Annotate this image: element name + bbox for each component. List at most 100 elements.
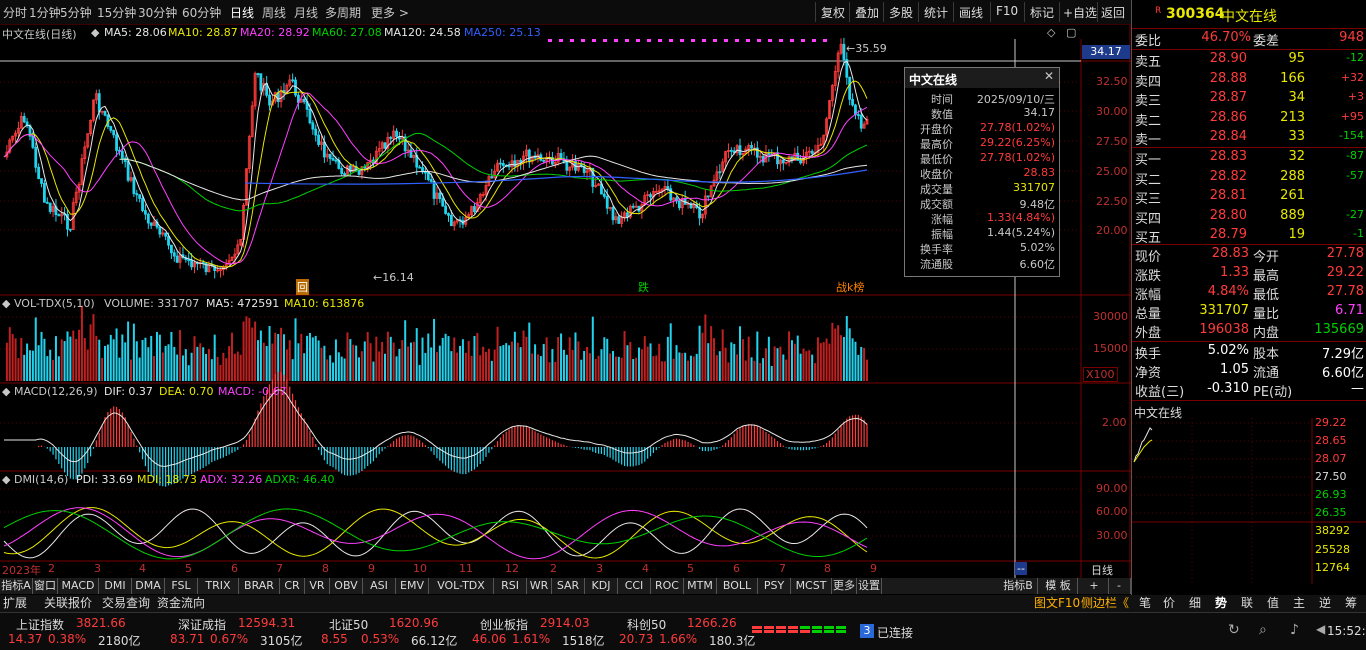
- connection-count[interactable]: 3: [860, 624, 874, 638]
- period-tab-daily[interactable]: 日线: [230, 4, 254, 21]
- add-favorite-button[interactable]: +自选: [1063, 4, 1097, 21]
- event-marker[interactable]: 跌: [638, 279, 649, 295]
- side-tab[interactable]: 笔: [1139, 595, 1151, 612]
- signal-dot: [669, 39, 673, 42]
- close-icon[interactable]: ✕: [1044, 69, 1054, 83]
- side-tab[interactable]: 价: [1163, 595, 1175, 612]
- statistics-button[interactable]: 统计: [924, 4, 948, 21]
- sell-level[interactable]: 卖四 28.88 166 +32: [1132, 71, 1366, 90]
- bell-icon[interactable]: ♪: [1290, 622, 1299, 638]
- side-tab[interactable]: 侧边栏《: [1081, 595, 1129, 612]
- ext-tab[interactable]: 交易查询: [102, 595, 150, 612]
- indicator-tab-kdj[interactable]: KDJ: [585, 578, 618, 594]
- sell-level[interactable]: 卖二 28.86 213 +95: [1132, 110, 1366, 129]
- side-tab[interactable]: 细: [1189, 595, 1201, 612]
- indicator-right-tab[interactable]: -: [1108, 578, 1131, 594]
- buy-level[interactable]: 买二 28.82 288 -57: [1132, 169, 1366, 188]
- indicator-tab-emv[interactable]: EMV: [396, 578, 429, 594]
- indicator-tab-dmi[interactable]: DMI: [99, 578, 132, 594]
- diamond-icon[interactable]: ◇: [1047, 26, 1055, 39]
- sell-level[interactable]: 卖五 28.90 95 -12: [1132, 51, 1366, 70]
- side-tab[interactable]: 势: [1215, 595, 1227, 612]
- indicator-tab-trix[interactable]: TRIX: [198, 578, 239, 594]
- indicator-tab-更多[interactable]: 更多: [832, 578, 857, 594]
- period-tab-fenshi[interactable]: 分时: [3, 4, 27, 21]
- event-marker[interactable]: 回: [296, 279, 309, 295]
- indicator-right-tab[interactable]: 指标B: [999, 578, 1038, 594]
- index-name[interactable]: 北证50: [329, 616, 368, 633]
- period-tab-more[interactable]: 更多 >: [371, 4, 409, 21]
- period-tab-5min[interactable]: 5分钟: [60, 4, 92, 21]
- side-tab[interactable]: 联: [1241, 595, 1253, 612]
- indicator-tab-fsl[interactable]: FSL: [165, 578, 198, 594]
- indicator-tab-dma[interactable]: DMA: [132, 578, 165, 594]
- window-toggle-icon[interactable]: ▢: [1066, 26, 1076, 39]
- period-tab-multi[interactable]: 多周期: [325, 4, 361, 21]
- ext-tab[interactable]: 关联报价: [44, 595, 92, 612]
- refresh-icon[interactable]: ↻: [1228, 622, 1240, 638]
- stat-label: 最高: [1253, 269, 1280, 284]
- indicator-tab-asi[interactable]: ASI: [363, 578, 396, 594]
- side-tab[interactable]: 图文F10: [1034, 595, 1080, 612]
- period-tab-1min[interactable]: 1分钟: [29, 4, 61, 21]
- ext-tab[interactable]: 资金流向: [157, 595, 205, 612]
- indicator-tab-vol-tdx[interactable]: VOL-TDX: [429, 578, 494, 594]
- indicator-tab-vr[interactable]: VR: [305, 578, 330, 594]
- stat-value: 27.78: [1326, 246, 1364, 261]
- search-icon[interactable]: ⌕: [1259, 622, 1267, 638]
- side-tab[interactable]: 筹: [1345, 595, 1357, 612]
- index-name[interactable]: 科创50: [627, 616, 666, 633]
- indicator-right-tab[interactable]: +: [1080, 578, 1109, 594]
- period-tab-15min[interactable]: 15分钟: [97, 4, 136, 21]
- volume-bar: [687, 360, 690, 381]
- indicator-tab-roc[interactable]: ROC: [651, 578, 684, 594]
- indicator-tab-窗口[interactable]: 窗口: [33, 578, 58, 594]
- f10-button[interactable]: F10: [996, 4, 1018, 18]
- ext-tab[interactable]: 扩展: [3, 595, 27, 612]
- indicator-tab-mtm[interactable]: MTM: [684, 578, 717, 594]
- side-tab[interactable]: 逆: [1319, 595, 1331, 612]
- period-tab-60min[interactable]: 60分钟: [182, 4, 221, 21]
- draw-line-button[interactable]: 画线: [959, 4, 983, 21]
- overlay-button[interactable]: 叠加: [855, 4, 879, 21]
- period-tab-monthly[interactable]: 月线: [294, 4, 318, 21]
- indicator-tab-psy[interactable]: PSY: [758, 578, 791, 594]
- multi-stock-button[interactable]: 多股: [889, 4, 913, 21]
- indicator-tab-rsi[interactable]: RSI: [494, 578, 527, 594]
- indicator-tab-指标a[interactable]: 指标A: [0, 578, 33, 594]
- indicator-tab-obv[interactable]: OBV: [330, 578, 363, 594]
- mark-button[interactable]: 标记: [1030, 4, 1054, 21]
- chevron-down-icon[interactable]: ◆: [91, 26, 99, 39]
- back-button[interactable]: 返回: [1101, 4, 1125, 21]
- side-tab[interactable]: 值: [1267, 595, 1279, 612]
- fuquan-button[interactable]: 复权: [821, 4, 845, 21]
- volume-bar: [447, 336, 450, 381]
- period-tab-30min[interactable]: 30分钟: [138, 4, 177, 21]
- index-name[interactable]: 上证指数: [16, 616, 64, 633]
- side-tab[interactable]: 主: [1293, 595, 1305, 612]
- buy-level[interactable]: 买一 28.83 32 -87: [1132, 149, 1366, 168]
- indicator-tab-brar[interactable]: BRAR: [239, 578, 280, 594]
- indicator-tab-boll[interactable]: BOLL: [717, 578, 758, 594]
- volume-bar: [632, 359, 635, 381]
- event-marker[interactable]: 战k榜: [836, 279, 864, 295]
- index-name[interactable]: 深证成指: [178, 616, 226, 633]
- candle-body: [343, 173, 346, 176]
- indicator-tab-wr[interactable]: WR: [527, 578, 552, 594]
- indicator-tab-macd[interactable]: MACD: [58, 578, 99, 594]
- indicator-tab-cr[interactable]: CR: [280, 578, 305, 594]
- indicator-tab-sar[interactable]: SAR: [552, 578, 585, 594]
- volume-bar: [834, 328, 837, 381]
- sell-level[interactable]: 卖三 28.87 34 +3: [1132, 90, 1366, 109]
- indicator-tab-cci[interactable]: CCI: [618, 578, 651, 594]
- ma5-line: [3, 60, 868, 270]
- index-name[interactable]: 创业板指: [480, 616, 528, 633]
- sell-level[interactable]: 卖一 28.84 33 -154: [1132, 129, 1366, 148]
- buy-level[interactable]: 买三 28.81 261: [1132, 188, 1366, 207]
- indicator-tab-mcst[interactable]: MCST: [791, 578, 832, 594]
- indicator-right-tab[interactable]: 模 板: [1039, 578, 1078, 594]
- speaker-icon[interactable]: ◀: [1316, 622, 1325, 636]
- indicator-tab-设置[interactable]: 设置: [857, 578, 882, 594]
- buy-level[interactable]: 买四 28.80 889 -27: [1132, 208, 1366, 227]
- period-tab-weekly[interactable]: 周线: [262, 4, 286, 21]
